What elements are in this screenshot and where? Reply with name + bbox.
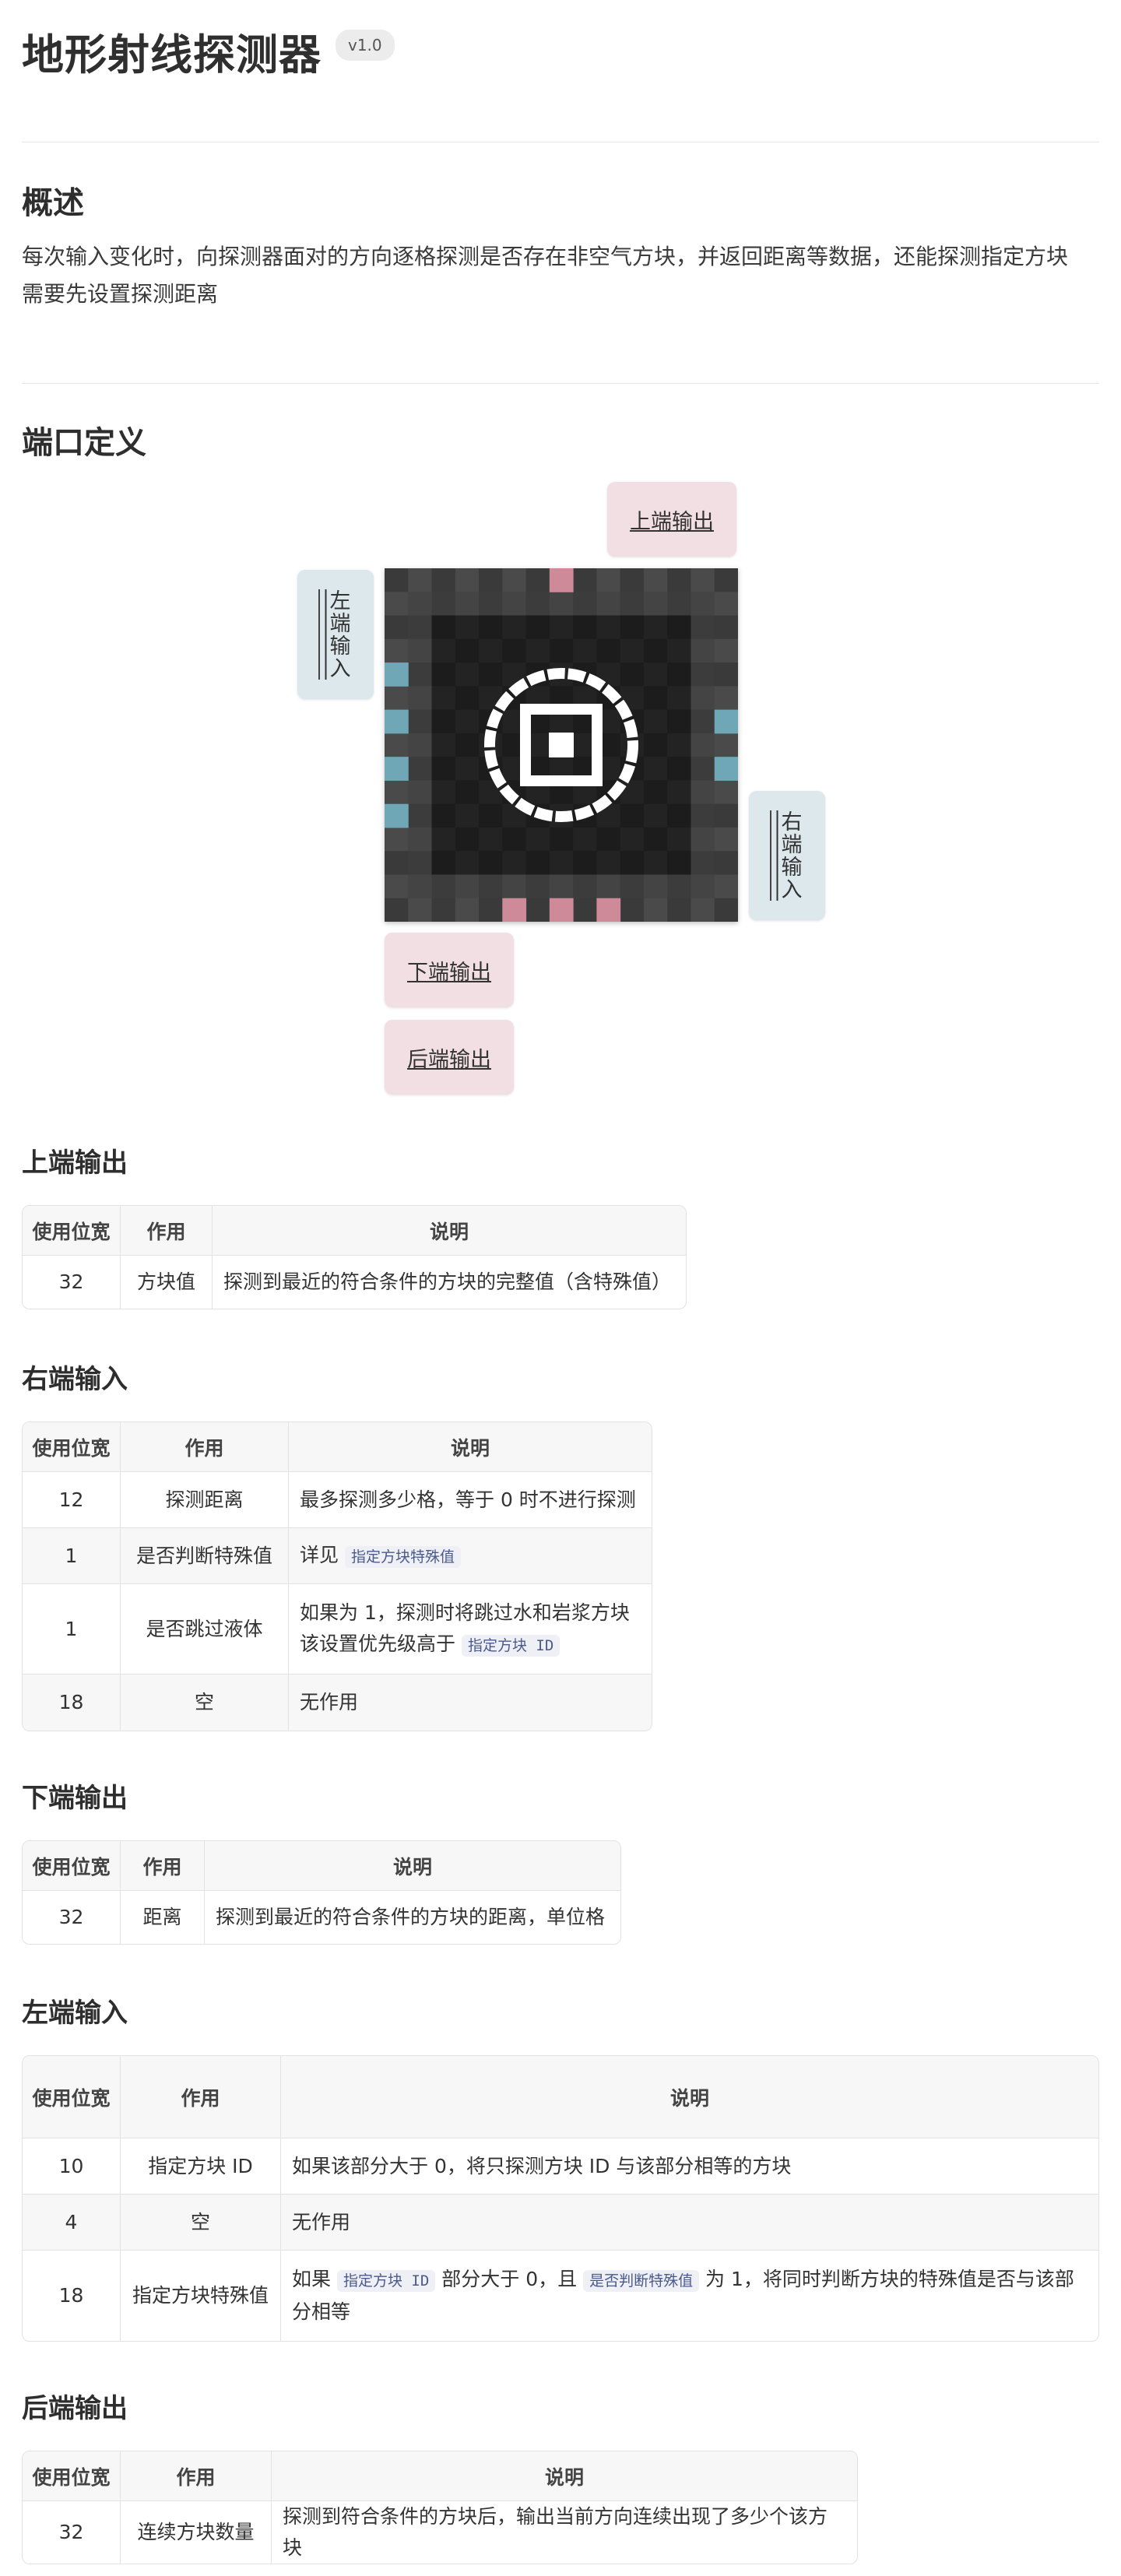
cell-desc: 如果该部分大于 0，将只探测方块 ID 与该部分相等的方块 xyxy=(281,2138,1098,2195)
bottom-output-table: 使用位宽 作用 说明 32 距离 探测到最近的符合条件的方块的距离，单位格 xyxy=(22,1840,621,1945)
desc-text: 该设置优先级高于 xyxy=(300,1632,456,1655)
cell-width: 1 xyxy=(23,1584,121,1675)
cell-desc: 无作用 xyxy=(289,1675,652,1731)
column-header: 说明 xyxy=(281,2056,1098,2138)
desc-text: 部分大于 0，且 xyxy=(441,2268,578,2290)
cell-width: 32 xyxy=(23,2501,121,2564)
page-title: 地形射线探测器 xyxy=(22,30,322,79)
table-row: 12 探测距离 最多探测多少格，等于 0 时不进行探测 xyxy=(23,1472,652,1528)
version-badge: v1.0 xyxy=(336,29,395,61)
top-output-heading: 上端输出 xyxy=(22,1147,128,1179)
block-id-link[interactable]: 指定方块 ID xyxy=(336,2270,436,2292)
column-header: 说明 xyxy=(213,1206,686,1256)
port-left-input-label: 左端输入 xyxy=(318,589,353,680)
port-top-output-link[interactable]: 上端输出 xyxy=(607,482,736,557)
column-header: 使用位宽 xyxy=(23,2056,121,2138)
cell-desc: 如果 指定方块 ID 部分大于 0，且 是否判断特殊值 为 1，将同时判断方块的… xyxy=(281,2251,1098,2341)
cell-width: 1 xyxy=(23,1528,121,1584)
column-header: 使用位宽 xyxy=(23,1422,121,1472)
back-output-heading: 后端输出 xyxy=(22,2393,128,2424)
cell-role: 方块值 xyxy=(121,1256,213,1309)
right-input-table: 使用位宽 作用 说明 12 探测距离 最多探测多少格，等于 0 时不进行探测 1… xyxy=(22,1422,652,1731)
back-output-table: 使用位宽 作用 说明 32 连续方块数量 探测到符合条件的方块后，输出当前方向连… xyxy=(22,2451,858,2564)
cell-width: 12 xyxy=(23,1472,121,1528)
left-input-table: 使用位宽 作用 说明 10 指定方块 ID 如果该部分大于 0，将只探测方块 I… xyxy=(22,2055,1099,2342)
column-header: 说明 xyxy=(289,1422,652,1472)
cell-desc: 如果为 1，探测时将跳过水和岩浆方块 该设置优先级高于 指定方块 ID xyxy=(289,1584,652,1675)
overview-heading: 概述 xyxy=(22,185,84,221)
table-row: 1 是否跳过液体 如果为 1，探测时将跳过水和岩浆方块 该设置优先级高于 指定方块… xyxy=(23,1584,652,1675)
column-header: 使用位宽 xyxy=(23,1206,121,1256)
cell-width: 18 xyxy=(23,1675,121,1731)
cell-desc: 探测到符合条件的方块后，输出当前方向连续出现了多少个该方块 xyxy=(283,2505,828,2559)
top-output-table: 使用位宽 作用 说明 32 方块值 探测到最近的符合条件的方块的完整值（含特殊值… xyxy=(22,1205,687,1309)
cell-role: 连续方块数量 xyxy=(121,2501,272,2564)
column-header: 作用 xyxy=(121,2056,281,2138)
table-row: 4 空 无作用 xyxy=(23,2195,1098,2251)
special-value-link[interactable]: 指定方块特殊值 xyxy=(344,1545,461,1568)
column-header: 说明 xyxy=(205,1841,620,1891)
table-row: 32 方块值 探测到最近的符合条件的方块的完整值（含特殊值） xyxy=(23,1256,686,1309)
overview-line-2: 需要先设置探测距离 xyxy=(22,281,219,307)
table-row: 10 指定方块 ID 如果该部分大于 0，将只探测方块 ID 与该部分相等的方块 xyxy=(23,2138,1098,2195)
ray-detector-block-icon xyxy=(385,568,738,922)
desc-text: 如果 xyxy=(292,2268,332,2290)
column-header: 作用 xyxy=(121,1422,289,1472)
cell-role: 空 xyxy=(121,2195,281,2251)
table-row: 32 距离 探测到最近的符合条件的方块的距离，单位格 xyxy=(23,1891,620,1944)
cell-role: 是否判断特殊值 xyxy=(121,1528,289,1584)
cell-desc: 无作用 xyxy=(281,2195,1098,2251)
column-header: 使用位宽 xyxy=(23,2451,121,2501)
ports-heading: 端口定义 xyxy=(22,425,146,461)
divider xyxy=(22,383,1099,384)
column-header: 说明 xyxy=(272,2451,857,2501)
cell-desc: 最多探测多少格，等于 0 时不进行探测 xyxy=(289,1472,652,1528)
table-row: 18 指定方块特殊值 如果 指定方块 ID 部分大于 0，且 是否判断特殊值 为… xyxy=(23,2251,1098,2341)
cell-width: 32 xyxy=(23,1891,121,1944)
right-input-heading: 右端输入 xyxy=(22,1364,128,1395)
column-header: 作用 xyxy=(121,2451,272,2501)
desc-text: 详见 xyxy=(300,1543,339,1566)
cell-desc: 详见 指定方块特殊值 xyxy=(289,1528,652,1584)
column-header: 作用 xyxy=(121,1841,205,1891)
block-id-link[interactable]: 指定方块 ID xyxy=(461,1634,560,1657)
table-row: 32 连续方块数量 探测到符合条件的方块后，输出当前方向连续出现了多少个该方块 xyxy=(23,2501,857,2564)
cell-width: 10 xyxy=(23,2138,121,2195)
port-right-input-link[interactable]: 右端输入 xyxy=(749,791,825,920)
judge-special-link[interactable]: 是否判断特殊值 xyxy=(583,2270,700,2292)
desc-text: 如果为 1，探测时将跳过水和岩浆方块 xyxy=(300,1601,630,1624)
cell-role: 指定方块特殊值 xyxy=(121,2251,281,2341)
page-header: 地形射线探测器 v1.0 xyxy=(22,20,395,82)
port-back-output-link[interactable]: 后端输出 xyxy=(385,1020,514,1095)
column-header: 作用 xyxy=(121,1206,213,1256)
overview-line-1: 每次输入变化时，向探测器面对的方向逐格探测是否存在非空气方块，并返回距离等数据，… xyxy=(22,244,1069,269)
cell-width: 18 xyxy=(23,2251,121,2341)
cell-role: 探测距离 xyxy=(121,1472,289,1528)
cell-role: 距离 xyxy=(121,1891,205,1944)
cell-role: 空 xyxy=(121,1675,289,1731)
table-row: 18 空 无作用 xyxy=(23,1675,652,1731)
cell-width: 4 xyxy=(23,2195,121,2251)
cell-width: 32 xyxy=(23,1256,121,1309)
overview-text: 每次输入变化时，向探测器面对的方向逐格探测是否存在非空气方块，并返回距离等数据，… xyxy=(22,238,1099,313)
cell-desc: 探测到最近的符合条件的方块的完整值（含特殊值） xyxy=(223,1270,672,1293)
bottom-output-heading: 下端输出 xyxy=(22,1783,128,1814)
port-left-input-link[interactable]: 左端输入 xyxy=(297,570,374,699)
column-header: 使用位宽 xyxy=(23,1841,121,1891)
port-right-input-label: 右端输入 xyxy=(769,810,805,901)
cell-role: 指定方块 ID xyxy=(121,2138,281,2195)
cell-desc: 探测到最近的符合条件的方块的距离，单位格 xyxy=(216,1906,606,1928)
cell-role: 是否跳过液体 xyxy=(121,1584,289,1675)
page: 地形射线探测器 v1.0 概述 每次输入变化时，向探测器面对的方向逐格探测是否存… xyxy=(0,0,1121,2576)
table-row: 1 是否判断特殊值 详见 指定方块特殊值 xyxy=(23,1528,652,1584)
left-input-heading: 左端输入 xyxy=(22,1998,128,2029)
port-bottom-output-link[interactable]: 下端输出 xyxy=(385,933,514,1007)
